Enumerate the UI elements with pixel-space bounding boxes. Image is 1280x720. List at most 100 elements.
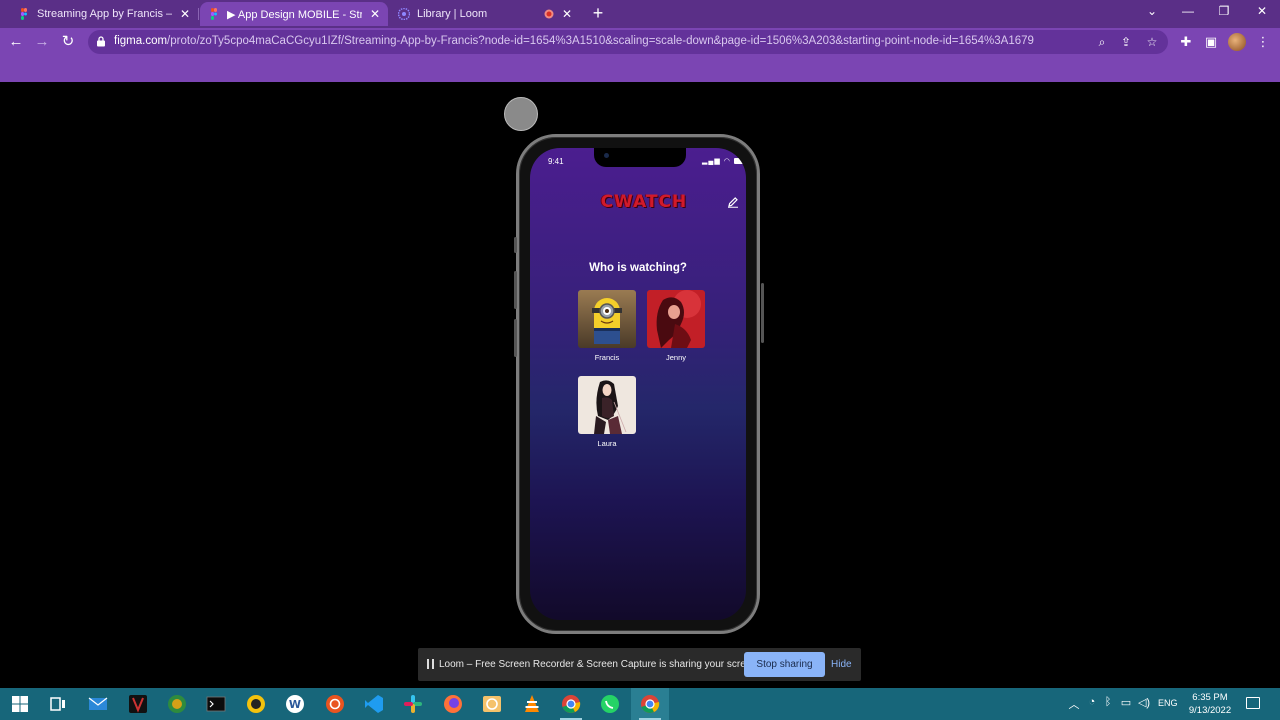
browser-toolbar: ← → ↻ figma.com/proto/zoTy5cpo4maCaCGcyu… bbox=[0, 28, 1280, 56]
phone-frame: 9:41 ▂▄▆ ◠ CWATCH Who is watching? Franc… bbox=[514, 134, 764, 634]
windows-taskbar: W ︿ ◔ ᛒ ▭ ◁) ENG 6:35 PM 9/13/2022 bbox=[0, 688, 1280, 720]
cursor-indicator bbox=[504, 97, 538, 131]
close-tab-icon[interactable]: ✕ bbox=[562, 7, 572, 21]
url-path: /proto/zoTy5cpo4maCaCGcyu1IZf/Streaming-… bbox=[167, 35, 1034, 47]
windows-start-icon[interactable] bbox=[9, 693, 31, 715]
profile-name: Laura bbox=[597, 439, 617, 448]
edit-pencil-icon[interactable] bbox=[727, 196, 739, 208]
address-bar[interactable]: figma.com/proto/zoTy5cpo4maCaCGcyu1IZf/S… bbox=[88, 30, 1168, 54]
share-icon[interactable]: ⇪ bbox=[1118, 35, 1134, 49]
firefox-icon[interactable] bbox=[442, 693, 464, 715]
avatar[interactable] bbox=[578, 290, 636, 348]
tab-streaming-app-figma[interactable]: Streaming App by Francis – Figma ✕ bbox=[10, 2, 198, 26]
phone-volume-down bbox=[514, 319, 517, 357]
figma-icon bbox=[211, 8, 217, 20]
forward-icon[interactable]: → bbox=[32, 32, 52, 52]
system-clock[interactable]: 6:35 PM 9/13/2022 bbox=[1186, 691, 1234, 717]
menu-kebab-icon[interactable]: ⋮ bbox=[1254, 34, 1272, 50]
norton-icon[interactable] bbox=[245, 693, 267, 715]
minimize-icon[interactable]: — bbox=[1178, 4, 1198, 18]
profile-name: Jenny bbox=[665, 353, 686, 362]
reload-icon[interactable]: ↻ bbox=[58, 32, 78, 52]
xbox-icon[interactable] bbox=[166, 693, 188, 715]
close-tab-icon[interactable]: ✕ bbox=[370, 7, 380, 21]
tab-title: ▶ App Design MOBILE - Streaming bbox=[227, 8, 362, 21]
loom-sharing-message: Loom – Free Screen Recorder & Screen Cap… bbox=[439, 659, 760, 670]
network-icon[interactable]: ◔ bbox=[1084, 696, 1100, 708]
slack-icon[interactable] bbox=[402, 693, 424, 715]
url-host: figma.com bbox=[114, 35, 168, 47]
tab-library-loom[interactable]: Library | Loom ✕ bbox=[390, 2, 580, 26]
avatar[interactable] bbox=[647, 290, 705, 348]
avatar[interactable] bbox=[578, 376, 636, 434]
bookmark-star-icon[interactable]: ☆ bbox=[1144, 35, 1160, 49]
chrome-icon[interactable] bbox=[560, 693, 582, 715]
profile-card-francis[interactable]: Francis bbox=[578, 290, 636, 362]
profile-card-laura[interactable]: Laura bbox=[578, 376, 636, 448]
laura-avatar-image bbox=[578, 376, 636, 434]
ubuntu-icon[interactable] bbox=[324, 693, 346, 715]
back-icon[interactable]: ← bbox=[6, 32, 26, 52]
camera-icon bbox=[604, 153, 609, 158]
language-indicator[interactable]: ENG bbox=[1158, 698, 1178, 708]
tab-title: Library | Loom bbox=[417, 8, 488, 20]
tab-app-design-mobile[interactable]: ▶ App Design MOBILE - Streaming ✕ bbox=[200, 2, 388, 26]
loom-icon bbox=[398, 8, 410, 20]
game-icon[interactable] bbox=[127, 693, 149, 715]
bluetooth-icon[interactable]: ᛒ bbox=[1100, 696, 1116, 708]
side-panel-icon[interactable]: ▣ bbox=[1202, 34, 1220, 50]
mail-icon[interactable] bbox=[87, 693, 109, 715]
vscode-icon[interactable] bbox=[363, 693, 385, 715]
drag-handle-icon[interactable] bbox=[427, 659, 435, 670]
extensions-icon[interactable]: ✚ bbox=[1177, 34, 1195, 50]
battery-tray-icon[interactable]: ▭ bbox=[1118, 696, 1134, 709]
minion-avatar-image bbox=[578, 290, 636, 348]
chrome-profile-icon[interactable] bbox=[639, 693, 661, 715]
recording-icon bbox=[544, 9, 554, 19]
tab-separator bbox=[198, 8, 199, 20]
figma-icon bbox=[21, 8, 27, 20]
phone-silent-switch bbox=[514, 237, 517, 253]
notification-center-icon[interactable] bbox=[1246, 697, 1260, 709]
svg-text:W: W bbox=[289, 698, 301, 711]
url-text: figma.com/proto/zoTy5cpo4maCaCGcyu1IZf/S… bbox=[114, 35, 1034, 47]
restore-icon[interactable]: ❐ bbox=[1214, 4, 1234, 18]
clock-date: 9/13/2022 bbox=[1188, 705, 1232, 716]
status-icons: ▂▄▆ ◠ bbox=[702, 157, 745, 165]
app-logo: CWATCH bbox=[600, 192, 688, 212]
browser-tab-strip: Streaming App by Francis – Figma ✕ ▶ App… bbox=[0, 0, 1280, 28]
profile-card-jenny[interactable]: Jenny bbox=[647, 290, 705, 362]
vlc-icon[interactable] bbox=[521, 693, 543, 715]
close-window-icon[interactable]: ✕ bbox=[1252, 4, 1272, 18]
profile-avatar[interactable] bbox=[1228, 33, 1246, 51]
profile-name: Francis bbox=[594, 353, 620, 362]
phone-volume-up bbox=[514, 271, 517, 309]
loom-sharing-bar: Loom – Free Screen Recorder & Screen Cap… bbox=[418, 648, 861, 681]
battery-icon bbox=[733, 158, 745, 165]
photo-icon[interactable] bbox=[481, 693, 503, 715]
whatsapp-icon[interactable] bbox=[599, 693, 621, 715]
word-icon[interactable]: W bbox=[284, 693, 306, 715]
status-time: 9:41 bbox=[548, 157, 564, 166]
zoom-icon[interactable]: ⌕ bbox=[1094, 35, 1110, 50]
hide-button[interactable]: Hide bbox=[831, 659, 852, 670]
who-is-watching-title: Who is watching? bbox=[589, 262, 687, 274]
volume-icon[interactable]: ◁) bbox=[1136, 696, 1152, 709]
tab-search-icon[interactable]: ⌄ bbox=[1142, 4, 1162, 18]
terminal-icon[interactable] bbox=[205, 693, 227, 715]
app-screen: 9:41 ▂▄▆ ◠ CWATCH Who is watching? Franc… bbox=[530, 148, 746, 620]
new-tab-button[interactable]: + bbox=[590, 3, 606, 23]
task-view-icon[interactable] bbox=[47, 693, 69, 715]
wifi-icon: ◠ bbox=[723, 158, 731, 165]
stop-sharing-button[interactable]: Stop sharing bbox=[744, 652, 825, 677]
tab-title: Streaming App by Francis – Figma bbox=[37, 8, 172, 20]
lock-icon bbox=[97, 36, 105, 47]
close-tab-icon[interactable]: ✕ bbox=[180, 7, 190, 21]
toolbar-extension-area bbox=[0, 56, 1280, 82]
signal-icon: ▂▄▆ bbox=[702, 158, 721, 165]
jenny-avatar-image bbox=[647, 290, 705, 348]
show-hidden-icons-icon[interactable]: ︿ bbox=[1066, 696, 1082, 712]
phone-notch bbox=[594, 148, 686, 167]
phone-power-button bbox=[761, 283, 764, 343]
clock-time: 6:35 PM bbox=[1192, 692, 1228, 703]
